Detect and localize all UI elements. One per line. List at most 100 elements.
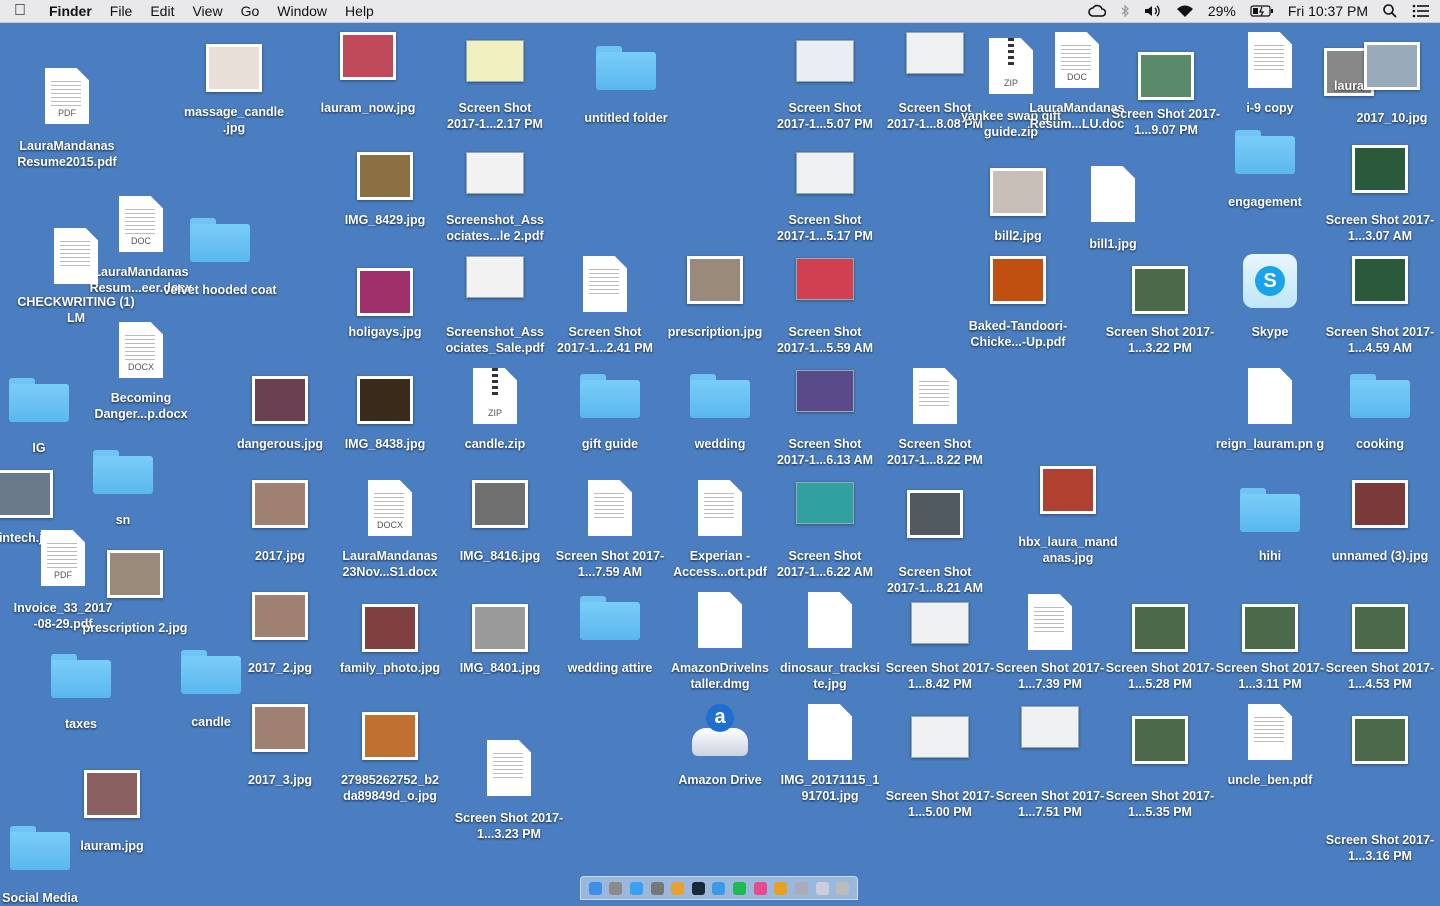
desktop-item-label: Screen Shot 2017-1...5.28 PM — [1105, 661, 1215, 691]
item-thumbnail — [445, 256, 545, 298]
item-thumbnail — [1215, 604, 1325, 652]
document-icon — [1028, 594, 1072, 650]
apple-menu-icon[interactable]:  — [0, 0, 40, 22]
item-thumbnail — [665, 592, 775, 648]
desktop-item-label: LauraMandanas 23Nov...S1.docx — [342, 549, 438, 579]
file-type-tag: DOCX — [127, 362, 154, 372]
volume-icon[interactable] — [1144, 0, 1162, 22]
photo-thumbnail-icon — [1352, 604, 1408, 652]
desktop-item-label: IMG_8429.jpg — [344, 213, 426, 227]
item-thumbnail — [555, 256, 655, 312]
desktop-item-label: prescription 2.jpg — [82, 621, 188, 635]
photo-thumbnail-icon — [1040, 466, 1096, 514]
menu-go[interactable]: Go — [232, 0, 269, 22]
menu-edit[interactable]: Edit — [141, 0, 183, 22]
folder-icon — [1235, 130, 1295, 174]
spotify-icon[interactable] — [733, 881, 747, 895]
steam-icon[interactable] — [691, 881, 705, 895]
desktop-item-label: Screen Shot 2017-1...2.41 PM — [557, 325, 653, 355]
menu-view[interactable]: View — [183, 0, 231, 22]
photo-thumbnail-icon — [252, 376, 308, 424]
item-thumbnail: ZIP — [445, 368, 545, 424]
desktop-item-label: LauraMandanas Resume2015.pdf — [17, 139, 117, 169]
battery-icon[interactable] — [1250, 0, 1274, 22]
desktop-item-label: IMG_8438.jpg — [344, 437, 426, 451]
launchpad-icon[interactable] — [609, 881, 623, 895]
item-thumbnail — [80, 550, 190, 598]
desktop-item-label: Screenshot_Ass ociates...le 2.pdf — [446, 213, 544, 243]
desktop-item-label: engagement — [1228, 195, 1302, 209]
wifi-icon[interactable] — [1176, 0, 1194, 22]
skype-icon: S — [1243, 254, 1297, 308]
amazon-drive-icon: a — [692, 704, 748, 758]
photo-thumbnail-icon — [357, 376, 413, 424]
screenshot-thumbnail-icon — [466, 256, 524, 298]
photo-thumbnail-icon — [907, 490, 963, 538]
desktop-item-label: Screen Shot 2017-1...3.16 PM — [1325, 833, 1435, 863]
item-thumbnail: a — [665, 704, 775, 758]
pdf-icon: PDF — [45, 68, 89, 124]
file-type-tag: PDF — [54, 570, 72, 580]
photo-thumbnail-icon — [1138, 52, 1194, 100]
item-thumbnail — [1325, 480, 1435, 528]
folder-icon — [690, 374, 750, 418]
desktop-item-label: Screen Shot 2017-1...5.59 AM — [776, 325, 874, 355]
trash-icon[interactable] — [836, 881, 850, 895]
desktop-item-label: Social Media — [2, 891, 78, 905]
document-icon — [583, 256, 627, 312]
item-thumbnail — [775, 370, 875, 412]
photo-thumbnail-icon — [687, 256, 743, 304]
notification-center-icon[interactable] — [1412, 0, 1430, 22]
item-thumbnail — [885, 602, 995, 644]
folder-icon — [10, 826, 70, 870]
document-icon — [698, 592, 742, 648]
item-thumbnail — [958, 256, 1078, 304]
item-thumbnail — [1105, 604, 1215, 652]
spotlight-icon[interactable] — [1382, 0, 1398, 22]
item-thumbnail — [1210, 130, 1320, 174]
screenshot-thumbnail-icon — [796, 370, 854, 412]
folder-icon — [51, 654, 111, 698]
menu-window[interactable]: Window — [268, 0, 336, 22]
item-thumbnail — [885, 490, 985, 538]
item-thumbnail — [995, 594, 1105, 650]
desktop-item-label: Screen Shot 2017-1...2.17 PM — [447, 101, 543, 131]
desktop-item-label: hihi — [1258, 549, 1282, 563]
item-thumbnail — [335, 712, 445, 760]
item-thumbnail — [1105, 266, 1215, 314]
preview-icon[interactable] — [794, 881, 808, 895]
app-store-icon[interactable] — [630, 881, 644, 895]
photo-thumbnail-icon — [0, 470, 53, 518]
desktop-item-label: Screen Shot 2017-1...4.53 PM — [1325, 661, 1435, 691]
desktop-item-label: Experian - Access...ort.pdf — [673, 549, 767, 579]
downloads-icon[interactable] — [815, 881, 829, 895]
creative-cloud-icon[interactable] — [1088, 0, 1106, 22]
photo-thumbnail-icon — [1132, 266, 1188, 314]
clock[interactable]: Fri 10:37 PM — [1288, 0, 1368, 22]
desktop-item-label: taxes — [65, 717, 97, 731]
screenshot-thumbnail-icon — [911, 602, 969, 644]
menu-file[interactable]: File — [101, 0, 142, 22]
chrome-icon[interactable] — [774, 881, 788, 895]
itunes-icon[interactable] — [753, 881, 767, 895]
safari-icon[interactable] — [712, 881, 726, 895]
desktop-item-label: Skype — [1251, 325, 1289, 339]
screenshot-thumbnail-icon — [796, 152, 854, 194]
item-thumbnail — [555, 596, 665, 640]
photos-icon[interactable] — [671, 881, 685, 895]
system-preferences-icon[interactable] — [650, 881, 664, 895]
document-icon: DOC — [1055, 32, 1099, 88]
menu-help[interactable]: Help — [336, 0, 383, 22]
battery-percent[interactable]: 29% — [1208, 0, 1236, 22]
finder-icon[interactable] — [588, 881, 602, 895]
item-thumbnail — [1215, 488, 1325, 532]
item-thumbnail — [335, 376, 435, 424]
item-thumbnail — [1058, 166, 1168, 222]
screenshot-thumbnail-icon — [466, 152, 524, 194]
menu-app-finder[interactable]: Finder — [40, 0, 101, 22]
bluetooth-icon[interactable] — [1120, 0, 1130, 22]
desktop-item-label: dinosaur_tracksi te.jpg — [779, 661, 881, 691]
screenshot-thumbnail-icon — [796, 258, 854, 300]
photo-thumbnail-icon — [1352, 256, 1408, 304]
photo-thumbnail-icon — [252, 592, 308, 640]
